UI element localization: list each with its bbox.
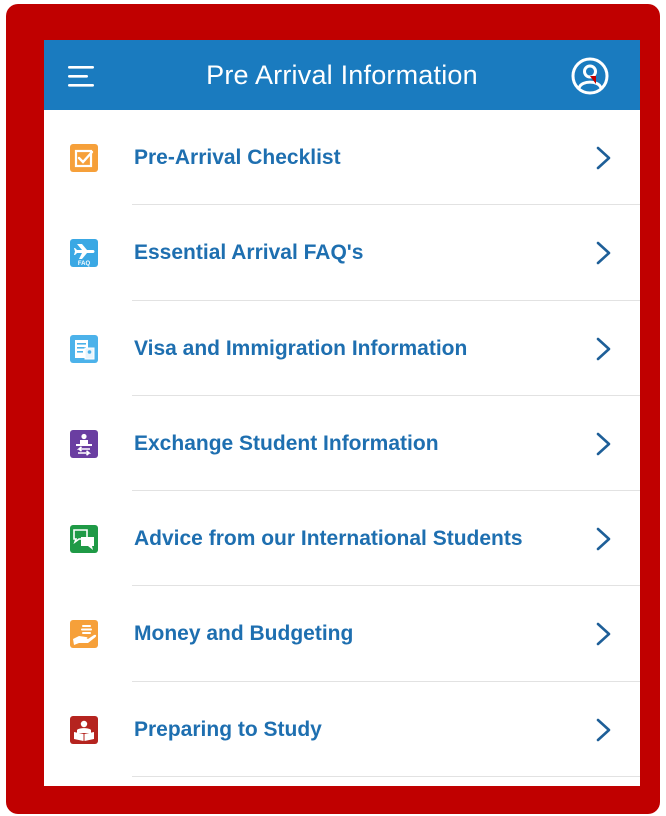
list-item-label: Visa and Immigration Information [134,336,468,360]
list-item-essential-arrival-faqs[interactable]: FAQ Essential Arrival FAQ's [44,205,640,301]
svg-text:FAQ: FAQ [78,261,91,267]
passport-document-icon [70,334,98,363]
chevron-right-icon [592,335,616,363]
list-item-money-budgeting[interactable]: Money and Budgeting [44,586,640,682]
list-item-label: Essential Arrival FAQ's [134,241,364,265]
list-item-exchange-student[interactable]: Exchange Student Information [44,396,640,492]
pre-arrival-menu-list: Pre-Arrival Checklist FAQ Essential Arri… [44,110,640,778]
list-item-label: Exchange Student Information [134,431,439,455]
app-header: Pre Arrival Information [44,40,640,110]
page-title: Pre Arrival Information [206,60,478,90]
list-item-visa-immigration[interactable]: Visa and Immigration Information [44,301,640,396]
chevron-right-icon [592,716,616,744]
app-screen: Pre Arrival Information Pre-Arrival Chec… [44,40,640,786]
reading-student-icon [70,715,98,744]
chevron-right-icon [592,620,616,648]
chat-bubbles-icon [70,525,98,554]
chevron-right-icon [592,144,616,172]
list-item-label: Advice from our International Students [134,527,523,551]
list-item-pre-arrival-checklist[interactable]: Pre-Arrival Checklist [44,110,640,206]
list-item-label: Money and Budgeting [134,622,354,646]
airplane-faq-icon: FAQ [70,239,98,268]
list-item-label: Preparing to Study [134,717,322,741]
header-corner-notch [590,76,596,84]
list-item-preparing-to-study[interactable]: Preparing to Study [44,682,640,778]
exchange-student-icon [70,429,98,458]
chevron-right-icon [592,430,616,458]
money-hand-icon [70,620,98,649]
divider [132,776,640,778]
checklist-icon [70,144,98,172]
list-item-label: Pre-Arrival Checklist [134,146,341,169]
chevron-right-icon [592,239,616,267]
list-item-advice-international-students[interactable]: Advice from our International Students [44,491,640,587]
chevron-right-icon [592,525,616,553]
